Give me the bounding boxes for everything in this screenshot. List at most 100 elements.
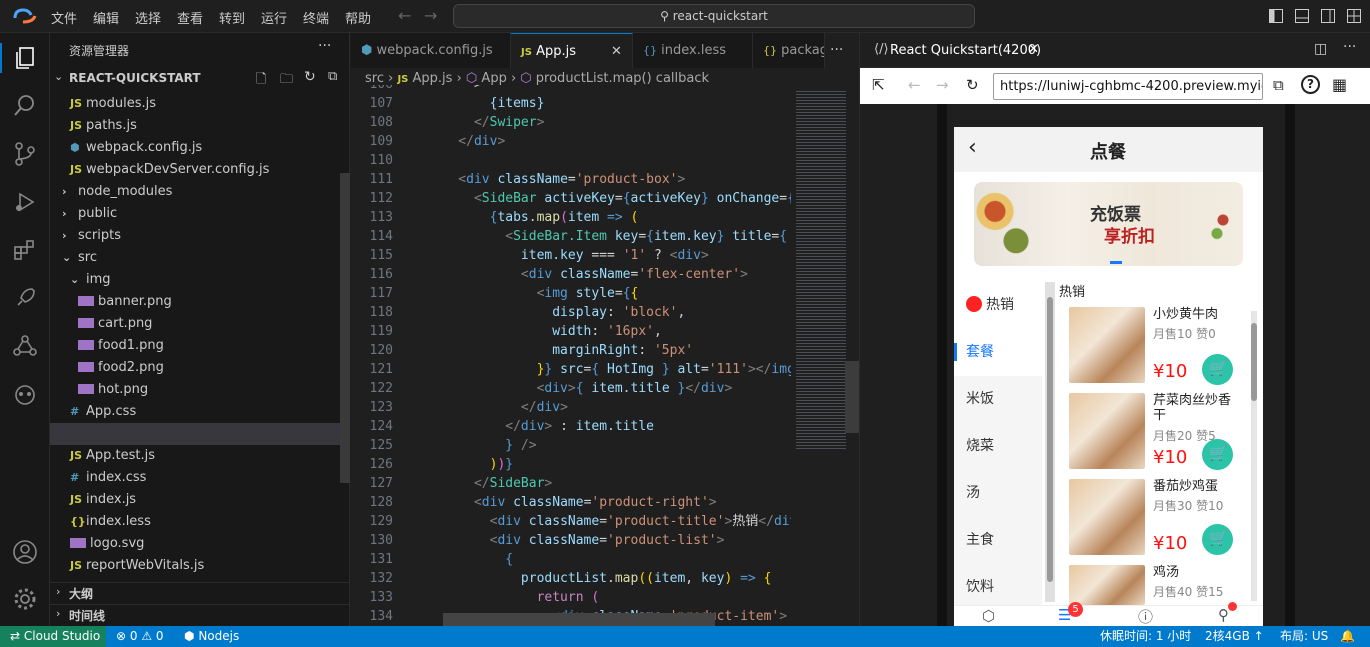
code-line[interactable]: 108 </Swiper> xyxy=(351,113,791,132)
sidebar-item-combo[interactable]: 套餐 xyxy=(954,329,1042,376)
network-icon[interactable] xyxy=(12,333,38,359)
split-editor-icon[interactable]: ◫ xyxy=(1314,41,1327,57)
code-line[interactable]: 112 <SideBar activeKey={activeKey} onCha… xyxy=(351,189,791,208)
notification-bell-icon[interactable]: 🔔 xyxy=(1340,626,1355,647)
add-to-cart-button[interactable]: 🛒 xyxy=(1202,354,1233,385)
menu-view[interactable]: 查看 xyxy=(177,8,203,27)
settings-gear-icon[interactable] xyxy=(12,586,38,612)
new-file-icon[interactable]: 🗋 xyxy=(256,70,266,92)
toggle-secondary-sidebar-icon[interactable] xyxy=(1321,9,1335,23)
code-line[interactable]: 131 { xyxy=(351,550,791,569)
toggle-sidebar-icon[interactable] xyxy=(1269,9,1283,23)
tree-item[interactable]: ⌄ img xyxy=(70,269,111,291)
code-line[interactable]: 119 width: '16px', xyxy=(351,322,791,341)
problems-indicator[interactable]: ⊗ 0 ⚠ 0 xyxy=(116,626,164,647)
preview-tab-title[interactable]: React Quickstart(4200) xyxy=(890,43,1041,58)
project-root[interactable]: REACT-QUICKSTART xyxy=(69,71,201,85)
sidebar-item-rice[interactable]: 米饭 xyxy=(954,376,1042,423)
collapse-all-icon[interactable]: ⧉ xyxy=(328,69,337,84)
code-line[interactable]: 130 <div className='product-list'> xyxy=(351,531,791,550)
tree-item[interactable]: banner.png xyxy=(78,291,172,313)
tab-webpack-config[interactable]: ⬢ webpack.config.js xyxy=(351,33,511,68)
tab-package[interactable]: {} packag xyxy=(753,33,825,68)
menu-file[interactable]: 文件 xyxy=(51,8,77,27)
outline-chevron-icon[interactable]: › xyxy=(56,585,60,598)
account-icon[interactable] xyxy=(12,539,38,565)
code-line[interactable]: 132 productList.map((item, key) => { xyxy=(351,569,791,588)
tree-item[interactable]: JS modules.js xyxy=(70,93,156,115)
code-line[interactable]: 116 <div className='flex-center'> xyxy=(351,265,791,284)
tree-item[interactable]: # App.css xyxy=(70,401,136,423)
command-center-search[interactable]: ⚲ react-quickstart xyxy=(453,4,975,28)
code-line[interactable]: 106 > xyxy=(351,85,791,94)
refresh-icon[interactable]: ↻ xyxy=(304,69,316,85)
tree-item[interactable]: ⬢ webpack.config.js xyxy=(70,137,202,159)
rocket-icon[interactable] xyxy=(12,285,38,311)
keyboard-layout[interactable]: 布局: US xyxy=(1280,626,1328,647)
tab-app-js[interactable]: JS App.js ✕ xyxy=(511,33,633,68)
code-line[interactable]: 123 </div> xyxy=(351,398,791,417)
banner-swiper[interactable]: 充饭票 享折扣 xyxy=(974,182,1243,266)
code-line[interactable]: 117 <img style={{ xyxy=(351,284,791,303)
code-line[interactable]: 129 <div className='product-title'>热销</d… xyxy=(351,512,791,531)
tree-item[interactable]: JS webpackDevServer.config.js xyxy=(70,159,269,181)
code-line[interactable]: 115 item.key === '1' ? <div> xyxy=(351,246,791,265)
tree-item[interactable]: › node_modules xyxy=(62,181,172,203)
tree-item[interactable]: logo.svg xyxy=(70,533,144,555)
horizontal-scrollbar[interactable] xyxy=(443,613,715,626)
runtime-indicator[interactable]: ⬢ Nodejs xyxy=(184,626,239,647)
profile-tab-icon[interactable]: ⚲ xyxy=(1218,606,1229,624)
menu-selection[interactable]: 选择 xyxy=(135,8,161,27)
timeline-section[interactable]: 时间线 xyxy=(69,607,105,624)
more-actions-icon[interactable]: ··· xyxy=(318,38,331,54)
code-line[interactable]: 109 </div> xyxy=(351,132,791,151)
menu-go[interactable]: 转到 xyxy=(219,8,245,27)
outline-section[interactable]: 大纲 xyxy=(69,585,93,602)
info-tab-icon[interactable]: ⓘ xyxy=(1138,606,1153,626)
close-preview-icon[interactable]: ✕ xyxy=(1028,42,1039,57)
left-scrollbar-thumb[interactable] xyxy=(1047,297,1053,582)
home-tab-icon[interactable]: ⬡ xyxy=(982,607,995,625)
browser-back-icon[interactable]: ← xyxy=(908,76,921,94)
code-line[interactable]: 118 display: 'block', xyxy=(351,303,791,322)
extensions-icon[interactable] xyxy=(12,237,38,263)
idle-timer[interactable]: 休眠时间: 1 小时 xyxy=(1100,626,1191,647)
add-to-cart-button[interactable]: 🛒 xyxy=(1202,439,1233,470)
tree-item[interactable]: # index.css xyxy=(70,467,146,489)
url-input[interactable]: https://luniwj-cghbmc-4200.preview.myide… xyxy=(993,73,1263,100)
tree-item[interactable]: ⌄ src xyxy=(62,247,97,269)
code-line[interactable]: 124 </div> : item.title xyxy=(351,417,791,436)
customize-layout-icon[interactable] xyxy=(1347,9,1361,23)
copy-url-icon[interactable]: ⧉ xyxy=(1273,76,1284,94)
back-arrow-icon[interactable]: ← xyxy=(398,6,411,25)
code-line[interactable]: 120 marginRight: '5px' xyxy=(351,341,791,360)
tree-item[interactable]: {}index.less xyxy=(70,511,151,533)
add-to-cart-button[interactable]: 🛒 xyxy=(1202,524,1233,555)
menu-help[interactable]: 帮助 xyxy=(345,8,371,27)
code-line[interactable]: 126 ))} xyxy=(351,455,791,474)
close-tab-icon[interactable]: ✕ xyxy=(611,34,622,68)
code-line[interactable]: 125 } /> xyxy=(351,436,791,455)
sidebar-item-soup[interactable]: 汤 xyxy=(954,470,1042,517)
sidebar-scrollbar[interactable] xyxy=(340,173,350,483)
code-line[interactable]: 128 <div className='product-right'> xyxy=(351,493,791,512)
remote-indicator[interactable]: ⇄ Cloud Studio xyxy=(10,626,100,647)
tree-item[interactable]: food2.png xyxy=(78,357,164,379)
tree-item[interactable]: food1.png xyxy=(78,335,164,357)
code-line[interactable]: 111 <div className='product-box'> xyxy=(351,170,791,189)
menu-run[interactable]: 运行 xyxy=(261,8,287,27)
tree-item[interactable]: hot.png xyxy=(78,379,148,401)
code-line[interactable]: 121 }} src={ HotImg } alt='111'></img> xyxy=(351,360,791,379)
nav-back-icon[interactable]: ‹ xyxy=(968,135,977,160)
code-line[interactable]: 110 xyxy=(351,151,791,170)
code-line[interactable]: 114 <SideBar.Item key={item.key} title={ xyxy=(351,227,791,246)
copilot-icon[interactable] xyxy=(12,381,38,407)
forward-arrow-icon[interactable]: → xyxy=(424,6,437,25)
help-icon[interactable]: ? xyxy=(1301,75,1320,94)
code-line[interactable]: 133 return ( xyxy=(351,588,791,607)
chevron-down-icon[interactable]: ⌄ xyxy=(54,70,63,83)
tree-item[interactable]: cart.png xyxy=(78,313,152,335)
editor-scrollbar[interactable] xyxy=(845,361,859,433)
tree-item[interactable]: › scripts xyxy=(62,225,121,247)
reload-icon[interactable]: ↻ xyxy=(966,76,979,94)
